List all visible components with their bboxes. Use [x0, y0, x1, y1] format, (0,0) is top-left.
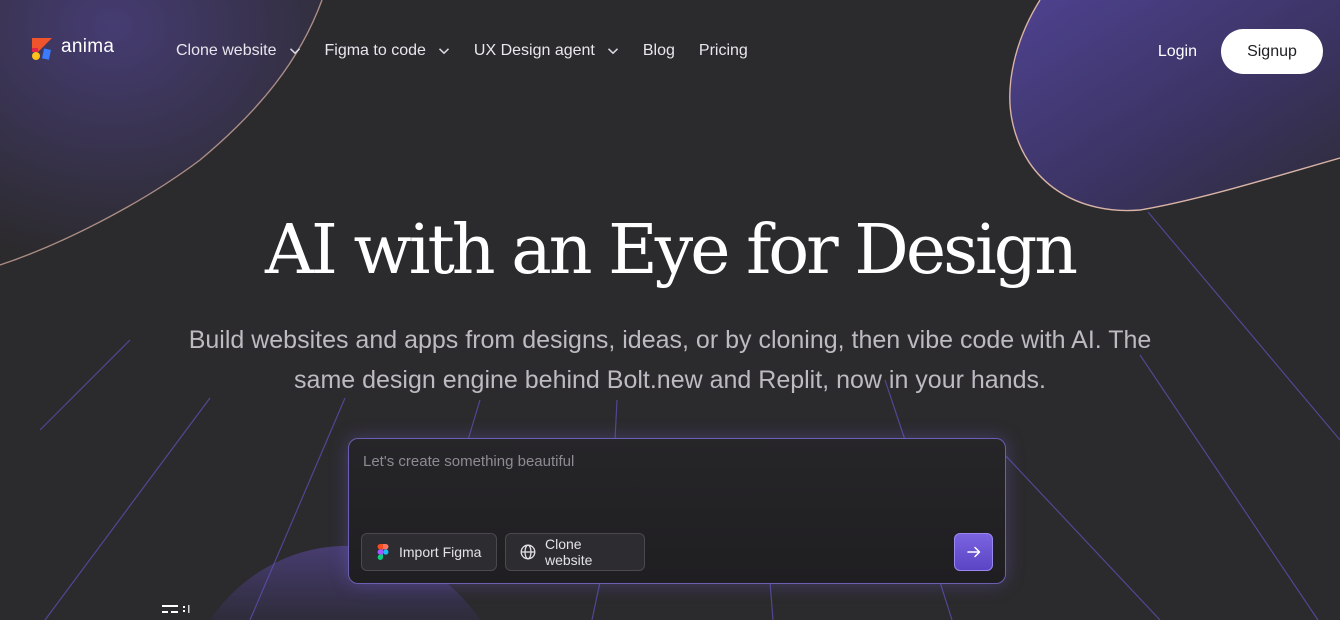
chevron-down-icon	[438, 48, 449, 55]
nav-item-label: UX Design agent	[473, 42, 595, 59]
import-figma-button[interactable]: Import Figma	[361, 533, 497, 571]
chevron-down-icon	[607, 48, 618, 55]
clone-website-label: Clone website	[545, 536, 593, 568]
figma-icon	[377, 544, 389, 560]
nav-item-label: Pricing	[698, 42, 748, 59]
import-figma-label: Import Figma	[399, 544, 482, 560]
main-menu: Clone website Figma to code UX Design ag…	[176, 40, 772, 62]
nav-item-pricing[interactable]: Pricing	[699, 42, 748, 60]
hero-subtitle-line-1: Build websites and apps from designs, id…	[188, 326, 1152, 354]
nav-item-label: Clone website	[176, 42, 277, 59]
brand-logo[interactable]: anima	[31, 36, 115, 61]
auth-actions: Login Signup	[1158, 29, 1323, 74]
nav-item-clone-website[interactable]: Clone website	[176, 42, 301, 60]
nav-item-label: Figma to code	[324, 42, 426, 59]
hero-title: AI with an Eye for Design	[264, 211, 1078, 290]
globe-icon	[520, 544, 536, 560]
chevron-down-icon	[289, 48, 300, 55]
clone-website-button[interactable]: Clone website	[505, 533, 645, 571]
anima-logo-icon	[32, 38, 52, 60]
prompt-input[interactable]	[361, 451, 995, 535]
hero-subtitle: Build websites and apps from designs, id…	[120, 320, 1220, 400]
hero-subtitle-line-2: same design engine behind Bolt.new and R…	[294, 366, 1046, 394]
brand-name: anima	[61, 36, 115, 57]
login-link[interactable]: Login	[1158, 43, 1197, 61]
send-button[interactable]	[954, 533, 993, 571]
nav-item-ux-design-agent[interactable]: UX Design agent	[474, 42, 619, 60]
partial-logo-icon	[162, 605, 190, 613]
nav-item-figma-to-code[interactable]: Figma to code	[325, 42, 450, 60]
nav-item-label: Blog	[642, 42, 675, 59]
signup-button[interactable]: Signup	[1221, 29, 1323, 74]
top-navigation: anima Clone website Figma to code UX Des…	[0, 0, 1340, 104]
prompt-box: Import Figma Clone website	[348, 438, 1006, 584]
nav-item-blog[interactable]: Blog	[643, 42, 675, 60]
arrow-right-icon	[966, 546, 980, 558]
